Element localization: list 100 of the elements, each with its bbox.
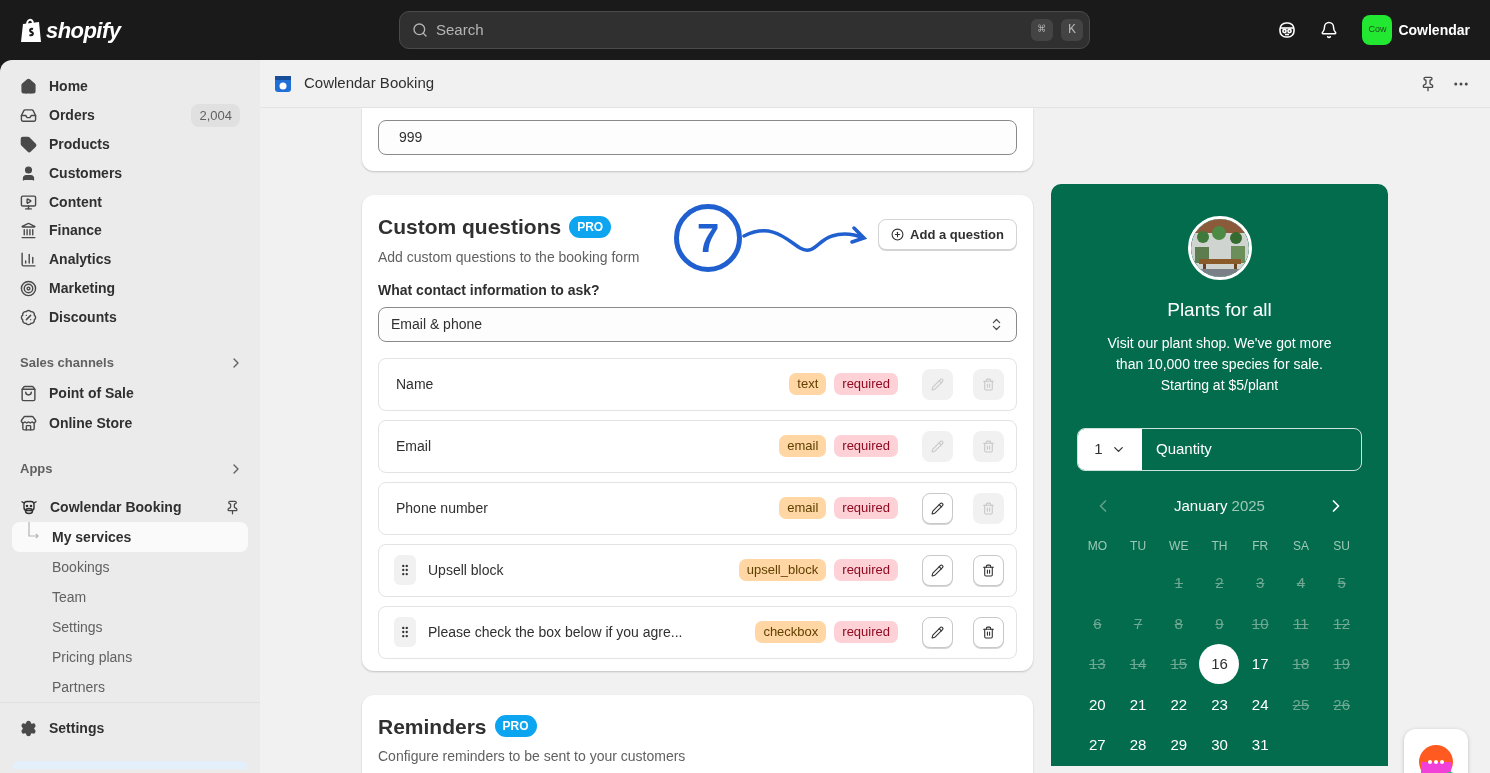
question-name: Upsell block <box>428 560 505 580</box>
calendar-day[interactable]: 23 <box>1199 684 1240 725</box>
nav-item[interactable]: Content <box>12 187 248 217</box>
weekday-label: MO <box>1086 538 1108 555</box>
drag-handle[interactable] <box>394 617 416 647</box>
card-title: Reminders <box>378 713 487 740</box>
question-name: Phone number <box>396 498 489 518</box>
trash-icon <box>982 377 995 391</box>
nav-label: Products <box>49 134 111 154</box>
nav-subitem[interactable]: Pricing plans <box>12 642 248 672</box>
trash-icon <box>982 439 995 453</box>
delete-button[interactable] <box>973 554 1004 586</box>
calendar-day: 12 <box>1321 603 1362 644</box>
calendar-day[interactable]: 17 <box>1240 644 1281 685</box>
calendar-day[interactable]: 27 <box>1077 725 1118 766</box>
nav-item[interactable]: Orders 2,004 <box>12 100 248 130</box>
section-header[interactable]: Sales channels <box>12 348 248 378</box>
weekday-label: WE <box>1168 538 1190 555</box>
contact-select[interactable]: Email & phone <box>378 306 1017 342</box>
store-avatar[interactable]: Cow <box>1362 15 1393 45</box>
required-tag: required <box>834 621 898 643</box>
question-name: Email <box>396 436 432 456</box>
field-label: What contact information to ask? <box>378 280 601 300</box>
delete-button[interactable] <box>973 616 1004 648</box>
nav-subitem[interactable]: Settings <box>12 612 248 642</box>
nav-subitem[interactable]: Team <box>12 582 248 612</box>
edit-button[interactable] <box>922 554 953 586</box>
nav-item[interactable]: Online Store <box>12 408 248 438</box>
search-input[interactable]: Search <box>436 18 1023 42</box>
calendar-day: 3 <box>1240 563 1281 604</box>
card-title: Custom questions <box>378 214 562 240</box>
calendar-day[interactable]: 20 <box>1077 684 1118 725</box>
required-tag: required <box>834 373 898 395</box>
calendar-day: 13 <box>1077 644 1118 685</box>
capacity-input[interactable]: 999 <box>378 120 1017 155</box>
calendar-day: 26 <box>1321 684 1362 725</box>
nav-item[interactable]: Settings <box>12 711 248 745</box>
trash-icon <box>982 625 995 639</box>
nav-item[interactable]: Customers <box>12 158 248 188</box>
nav-item[interactable]: Home <box>12 72 248 101</box>
calendar-day[interactable]: 28 <box>1118 725 1159 766</box>
calendar-day[interactable]: 29 <box>1158 725 1199 766</box>
nav-item[interactable]: Finance <box>12 216 248 246</box>
plus-circle-icon <box>891 228 905 241</box>
chat-bubble-icon <box>1417 745 1455 773</box>
store-icon <box>20 414 37 432</box>
pin-icon[interactable] <box>225 499 240 515</box>
nav-subitem[interactable]: Bookings <box>12 552 248 582</box>
store-name[interactable]: Cowlendar <box>1398 19 1470 41</box>
section-header[interactable]: Apps <box>12 454 248 484</box>
pencil-icon <box>931 563 944 577</box>
notifications-icon[interactable] <box>1320 21 1339 39</box>
calendar-day: 14 <box>1118 644 1159 685</box>
question-name: Please check the box below if you agre... <box>428 622 684 642</box>
edit-button[interactable] <box>922 616 953 648</box>
step-number: 7 <box>674 204 742 272</box>
nav-subitem[interactable]: My services <box>12 522 248 552</box>
pro-badge: PRO <box>569 215 612 238</box>
tree-connector-icon <box>28 522 40 540</box>
nav-item[interactable]: Analytics <box>12 245 248 275</box>
type-tag: upsell_block <box>738 559 827 581</box>
weekday-label: FR <box>1251 538 1270 555</box>
edit-button[interactable] <box>922 492 953 524</box>
nav-subitem[interactable]: Partners <box>12 672 248 702</box>
calendar-day[interactable]: 24 <box>1240 684 1281 725</box>
required-tag: required <box>834 435 898 457</box>
nav-item[interactable]: Products <box>12 129 248 159</box>
calendar-day[interactable]: 30 <box>1199 725 1240 766</box>
nav-item[interactable]: Point of Sale <box>12 378 248 408</box>
weekday-label: TH <box>1210 538 1229 555</box>
cow-icon <box>20 498 38 516</box>
calendar-day[interactable]: 22 <box>1158 684 1199 725</box>
nav-label: Finance <box>49 221 103 241</box>
nav-item[interactable]: Discounts <box>12 303 248 332</box>
trash-icon <box>982 501 995 515</box>
bank-icon <box>20 222 37 240</box>
drag-handle[interactable] <box>394 555 416 585</box>
card-subtitle: Configure reminders to be sent to your customers <box>378 747 687 766</box>
logo-text[interactable]: shopify <box>46 13 121 47</box>
card-subtitle: Add custom questions to the booking form <box>378 247 640 267</box>
face-icon[interactable] <box>1278 21 1297 39</box>
add-question-button[interactable]: Add a question <box>878 219 1017 250</box>
pencil-icon <box>931 439 944 453</box>
calendar-app-icon <box>274 74 292 93</box>
preview-title: Plants for all <box>1167 298 1272 322</box>
calendar-day: 7 <box>1118 603 1159 644</box>
calendar-day[interactable]: 16 <box>1199 644 1240 685</box>
nav-label: Orders <box>49 105 96 125</box>
nav-item[interactable]: Marketing <box>12 274 248 304</box>
person-icon <box>20 164 37 182</box>
nav-item[interactable]: Cowlendar Booking <box>12 492 248 522</box>
nav-label: Home <box>49 76 89 96</box>
search-field[interactable]: Search ⌘ K <box>399 11 1090 49</box>
pin-icon[interactable] <box>1420 75 1436 92</box>
calendar-day: 15 <box>1158 644 1199 685</box>
preview-description: Visit our plant shop. We've got more than 10,000 tree species for sale. Starting at $5/plant <box>1106 333 1333 395</box>
shopping-bag-icon <box>20 17 42 43</box>
calendar-day[interactable]: 21 <box>1118 684 1159 725</box>
target-icon <box>20 280 37 298</box>
calendar-day[interactable]: 31 <box>1240 725 1281 766</box>
